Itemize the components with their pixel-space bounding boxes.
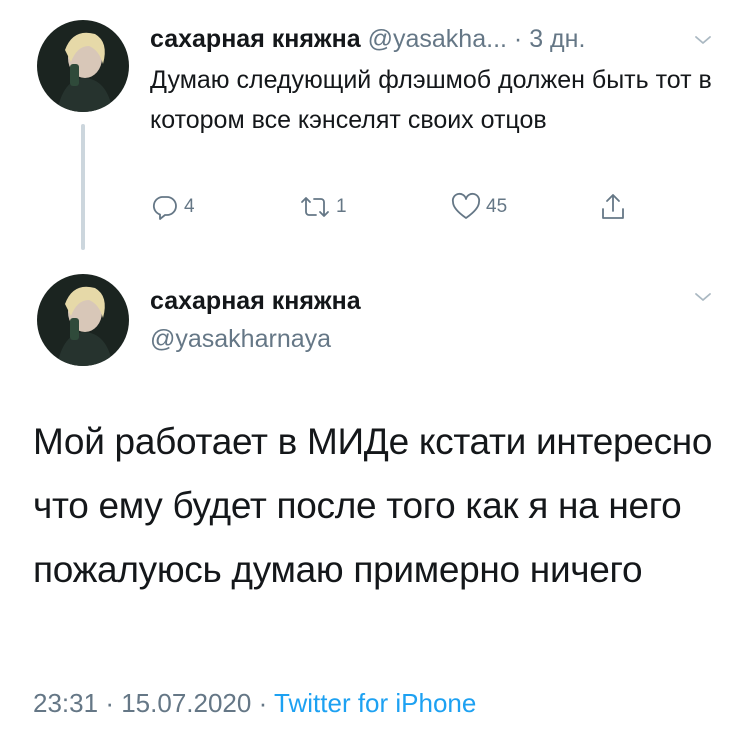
thread-connector-line xyxy=(81,124,85,250)
retweet-icon xyxy=(298,192,332,222)
tweet-source-link[interactable]: Twitter for iPhone xyxy=(274,688,476,718)
main-author-name[interactable]: сахарная княжна xyxy=(150,284,361,318)
chevron-down-icon[interactable] xyxy=(693,287,713,307)
tweet-metadata: 23:31 · 15.07.2020 · Twitter for iPhone xyxy=(33,685,476,721)
parent-tweet[interactable]: сахарная княжна @yasakha... · 3 дн. Дума… xyxy=(0,0,749,250)
parent-author-name[interactable]: сахарная княжна xyxy=(150,25,361,53)
parent-tweet-header: сахарная княжна @yasakha... · 3 дн. xyxy=(150,22,720,56)
tweet-time[interactable]: 23:31 xyxy=(33,688,98,718)
retweet-count: 1 xyxy=(336,196,347,217)
parent-tweet-text: Думаю следующий флэшмоб должен быть тот … xyxy=(150,66,712,134)
meta-separator: · xyxy=(258,688,268,718)
main-author-handle[interactable]: @yasakharnaya xyxy=(150,322,331,356)
meta-separator: · xyxy=(105,688,114,718)
reply-button[interactable]: 4 xyxy=(150,190,195,224)
reply-icon xyxy=(150,192,180,222)
reply-count: 4 xyxy=(184,196,195,217)
parent-author-avatar[interactable] xyxy=(37,20,129,112)
parent-tweet-time[interactable]: 3 дн. xyxy=(529,25,585,53)
retweet-button[interactable]: 1 xyxy=(298,190,347,224)
share-icon xyxy=(598,191,628,223)
parent-author-handle[interactable]: @yasakha... xyxy=(368,25,507,53)
like-button[interactable]: 45 xyxy=(450,190,507,224)
like-count: 45 xyxy=(486,196,508,217)
main-author-avatar[interactable] xyxy=(37,274,129,366)
share-button[interactable] xyxy=(598,190,628,224)
tweet-date[interactable]: 15.07.2020 xyxy=(121,688,251,718)
header-separator: · xyxy=(513,25,523,53)
chevron-down-icon[interactable] xyxy=(693,30,713,50)
parent-tweet-actions: 4 1 45 xyxy=(150,190,650,224)
heart-icon xyxy=(450,192,482,222)
main-tweet-text: Мой работает в МИДе кстати интересно что… xyxy=(33,421,713,590)
